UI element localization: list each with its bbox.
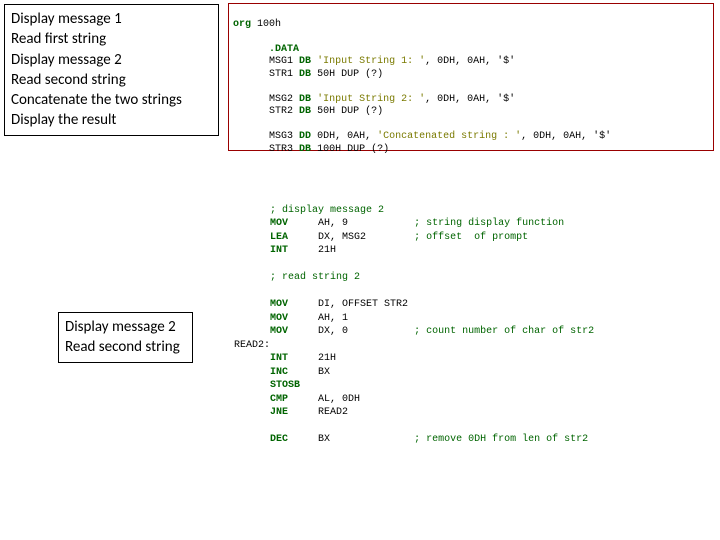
code-token: DB <box>299 69 311 80</box>
code-token: MSG3 <box>269 131 293 142</box>
code-comment: ; count number of char of str2 <box>414 326 594 337</box>
code-token: LEA <box>270 232 288 243</box>
code-token: INT <box>270 353 288 364</box>
code-token: BX <box>318 434 330 445</box>
pseudocode-line: Concatenate the two strings <box>11 90 212 110</box>
code-token: DB <box>299 94 311 105</box>
code-comment: ; display message 2 <box>270 205 384 216</box>
code-token: CMP <box>270 394 288 405</box>
code-token: 'Concatenated string : ' <box>377 131 521 142</box>
code-data-segment-box: org 100h .DATA MSG1 DB 'Input String 1: … <box>228 3 714 151</box>
code-token: MOV <box>270 218 288 229</box>
code-token: READ2 <box>318 407 348 418</box>
code-token: JNE <box>270 407 288 418</box>
code-token: AH, 9 <box>318 218 348 229</box>
code-token: DB <box>299 56 311 67</box>
code-token: , 0DH, 0AH, '$' <box>521 131 611 142</box>
code-token: STR3 <box>269 144 293 155</box>
pseudocode-box-step: Display message 2 Read second string <box>58 312 193 363</box>
code-body-segment: ; display message 2 MOV AH, 9 ; string d… <box>234 190 714 447</box>
code-comment: ; string display function <box>414 218 564 229</box>
code-token: .DATA <box>269 44 299 55</box>
code-token: MSG2 <box>269 94 293 105</box>
pseudocode-line: Read second string <box>65 337 186 357</box>
code-token: AL, 0DH <box>318 394 360 405</box>
code-token: DX, 0 <box>318 326 348 337</box>
code-token: INT <box>270 245 288 256</box>
code-token: , 0DH, 0AH, '$' <box>425 56 515 67</box>
pseudocode-line: Read second string <box>11 70 212 90</box>
code-token: 100h <box>257 19 281 30</box>
pseudocode-line: Display message 1 <box>11 9 212 29</box>
code-token: DB <box>299 106 311 117</box>
pseudocode-line: Display message 2 <box>11 50 212 70</box>
pseudocode-line: Display the result <box>11 110 212 130</box>
pseudocode-box-full: Display message 1 Read first string Disp… <box>4 4 219 136</box>
code-token: 100H DUP (?) <box>317 144 389 155</box>
code-comment: ; remove 0DH from len of str2 <box>414 434 588 445</box>
code-token: , 0DH, 0AH, '$' <box>425 94 515 105</box>
code-token: AH, 1 <box>318 313 348 324</box>
code-token: MOV <box>270 313 288 324</box>
code-token: MOV <box>270 326 288 337</box>
code-token: STR2 <box>269 106 293 117</box>
code-token: INC <box>270 367 288 378</box>
code-token: STOSB <box>270 380 300 391</box>
code-token: MSG1 <box>269 56 293 67</box>
code-token: DEC <box>270 434 288 445</box>
code-token: DD <box>299 131 311 142</box>
code-token: DX, MSG2 <box>318 232 366 243</box>
code-token: 50H DUP (?) <box>317 106 383 117</box>
pseudocode-line: Display message 2 <box>65 317 186 337</box>
code-token: 21H <box>318 245 336 256</box>
code-token: DB <box>299 144 311 155</box>
code-token: 21H <box>318 353 336 364</box>
code-comment: ; offset of prompt <box>414 232 528 243</box>
code-token: DI, OFFSET STR2 <box>318 299 408 310</box>
code-token: 0DH, 0AH, <box>317 131 377 142</box>
pseudocode-line: Read first string <box>11 29 212 49</box>
code-token: org <box>233 19 251 30</box>
code-token: MOV <box>270 299 288 310</box>
code-data-segment: org 100h .DATA MSG1 DB 'Input String 1: … <box>233 6 709 156</box>
code-token: BX <box>318 367 330 378</box>
code-token: STR1 <box>269 69 293 80</box>
code-comment: ; read string 2 <box>270 272 360 283</box>
code-label: READ2: <box>234 340 270 351</box>
code-token: 50H DUP (?) <box>317 69 383 80</box>
code-token: 'Input String 2: ' <box>317 94 425 105</box>
code-token: 'Input String 1: ' <box>317 56 425 67</box>
